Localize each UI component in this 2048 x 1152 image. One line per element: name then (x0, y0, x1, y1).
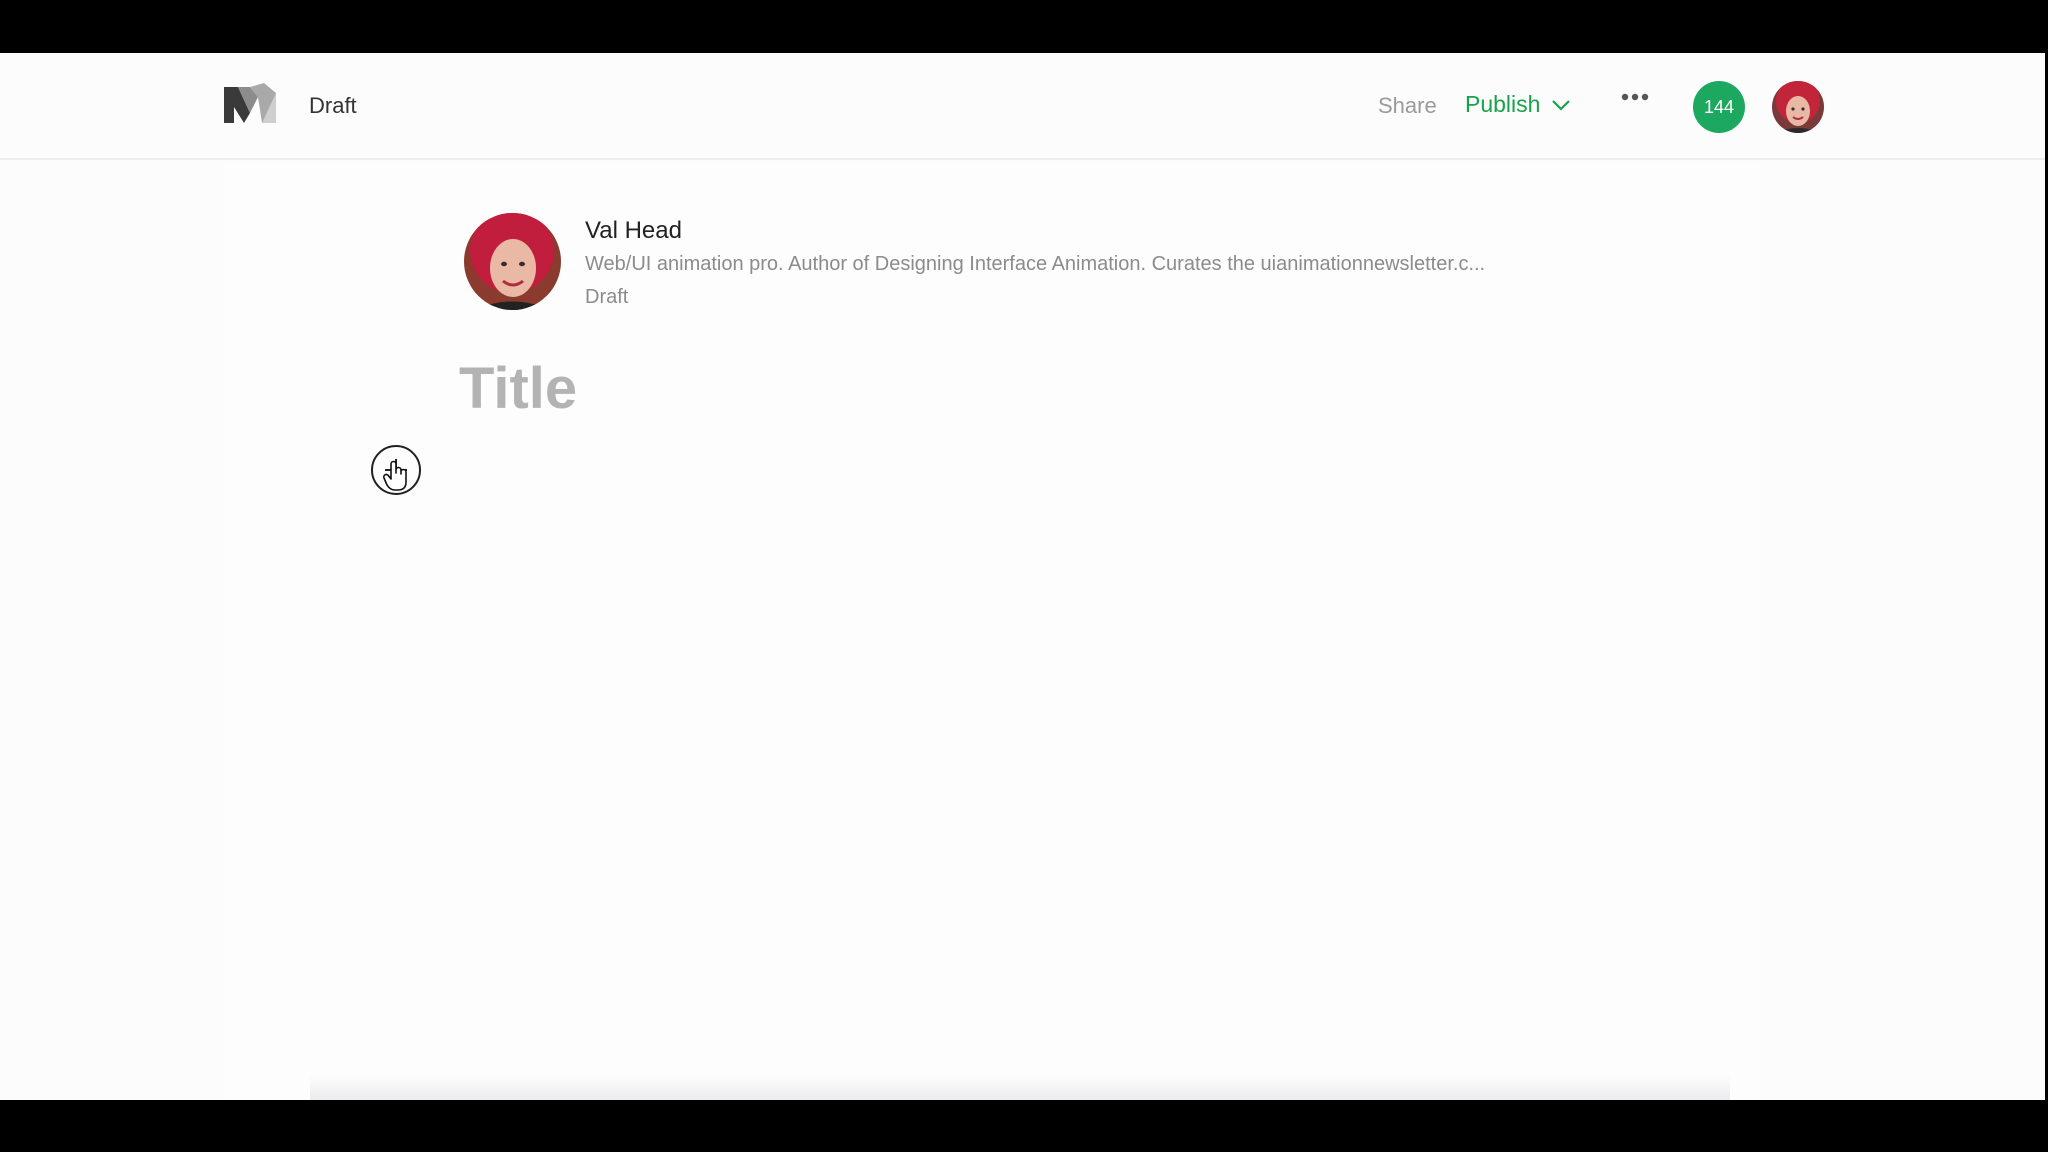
title-input[interactable] (459, 353, 1359, 423)
browser-viewport: Draft Share Publish 144 Val Head Web/UI … (0, 53, 2045, 1100)
post-status: Draft (585, 286, 629, 308)
letterbox-bottom (0, 1100, 2048, 1152)
hand-pointer-icon (382, 460, 407, 491)
publish-button[interactable]: Publish (1465, 91, 1571, 118)
letterbox-top (0, 0, 2048, 53)
author-avatar[interactable] (464, 213, 561, 310)
notifications-badge[interactable]: 144 (1693, 81, 1745, 133)
user-avatar[interactable] (1772, 81, 1824, 133)
medium-logo-icon[interactable] (224, 83, 276, 127)
publish-label: Publish (1465, 91, 1541, 117)
author-bio: Web/UI animation pro. Author of Designin… (585, 253, 1486, 275)
bottom-shadow (310, 1075, 1730, 1100)
ellipsis-icon[interactable] (1620, 87, 1650, 111)
top-navigation-bar: Draft Share Publish 144 (0, 53, 2045, 160)
author-name[interactable]: Val Head (585, 217, 682, 245)
editor-panel (224, 163, 1760, 1100)
share-button[interactable]: Share (1378, 93, 1437, 119)
chevron-down-icon (1552, 99, 1571, 111)
draft-status-label: Draft (309, 93, 357, 118)
